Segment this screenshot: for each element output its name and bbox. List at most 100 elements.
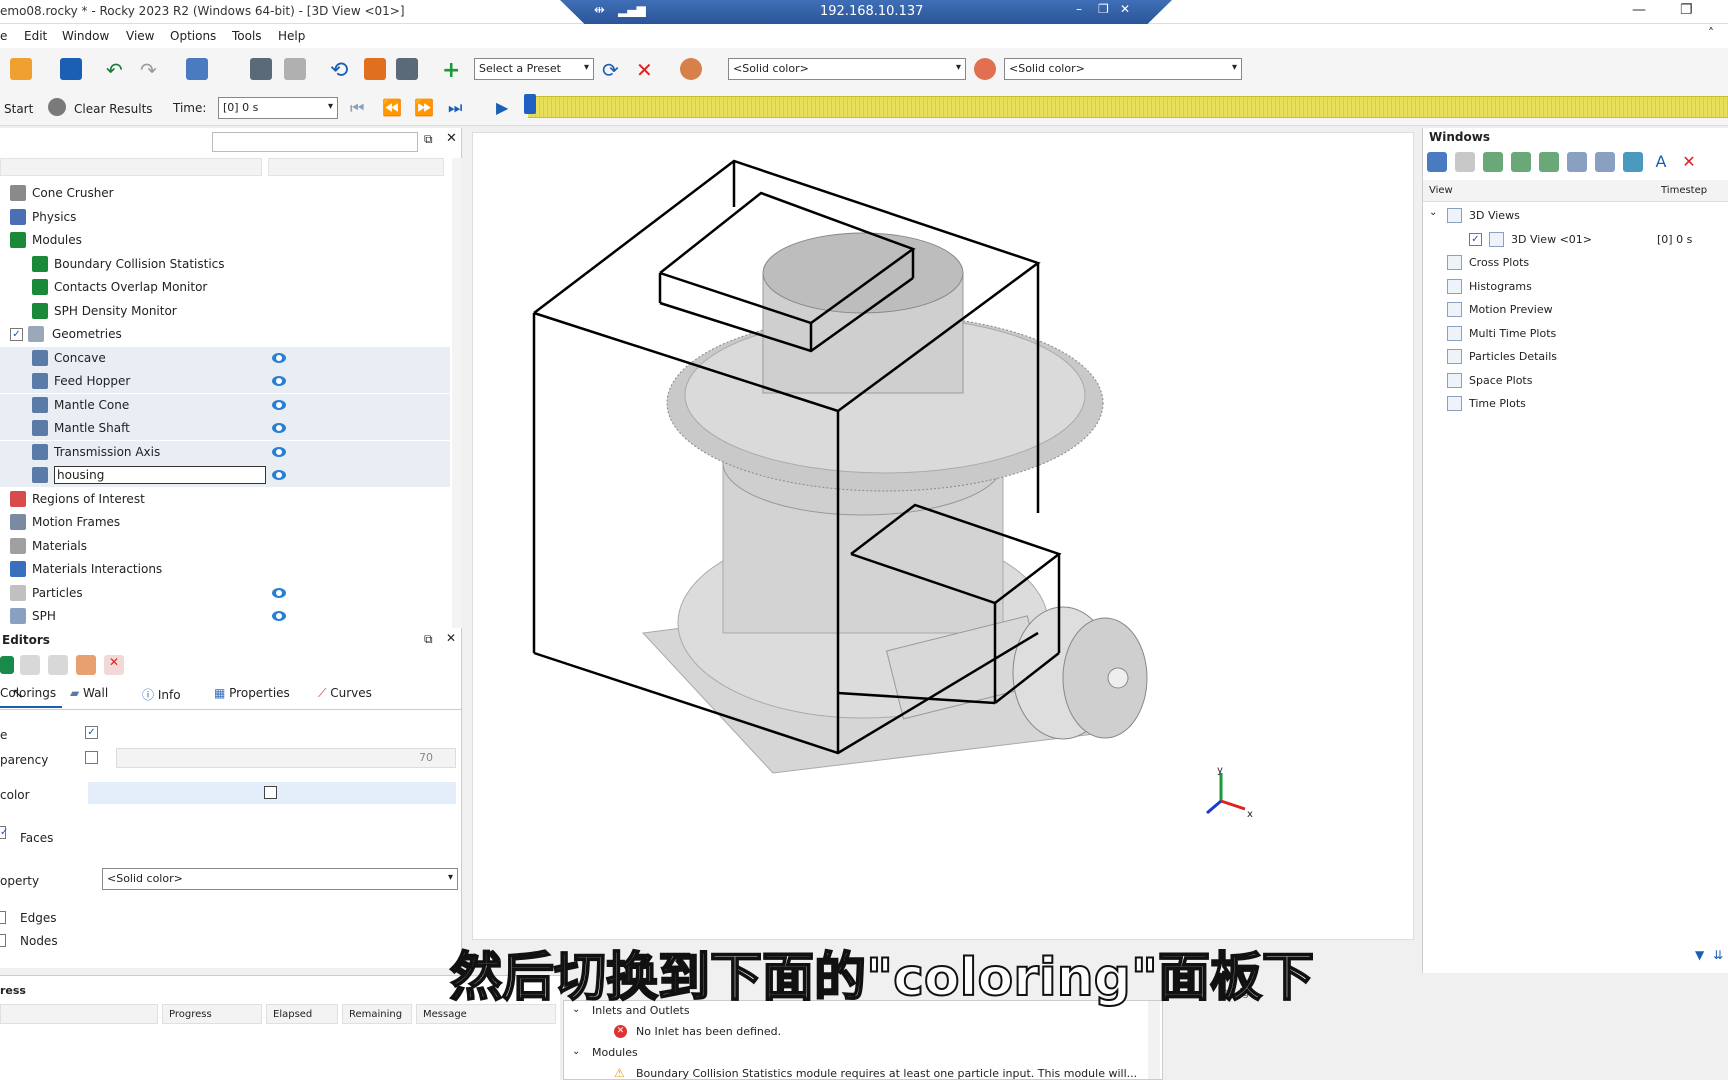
remote-minimize-icon[interactable]: – xyxy=(1076,2,1082,16)
tab-curves[interactable]: ⟋ Curves xyxy=(318,678,398,708)
eye-icon[interactable] xyxy=(272,470,286,480)
clear-results-icon[interactable] xyxy=(48,98,66,116)
float-panel-icon[interactable]: ⧉ xyxy=(424,632,433,647)
eye-icon[interactable] xyxy=(272,399,286,410)
tree-item[interactable]: Concave xyxy=(0,346,450,370)
color-map-icon[interactable] xyxy=(76,655,96,675)
last-frame-icon[interactable]: ⏭ xyxy=(448,98,462,118)
faces-checkbox[interactable]: ✓ xyxy=(0,826,8,839)
window-list-item[interactable]: Space Plots xyxy=(1423,369,1728,392)
eye-icon[interactable] xyxy=(272,446,286,457)
delete-icon[interactable]: ✕ xyxy=(104,655,124,675)
add-icon[interactable]: + xyxy=(442,58,464,83)
menu-window[interactable]: Window xyxy=(62,29,109,43)
fast-forward-icon[interactable]: ⏩ xyxy=(414,98,434,117)
menu-file[interactable]: e xyxy=(0,29,7,43)
save-icon[interactable] xyxy=(60,58,82,80)
tab-wall[interactable]: ▰ Wall xyxy=(70,678,136,708)
progress-col-elapsed[interactable]: Elapsed xyxy=(266,1004,338,1024)
lock-gear-icon[interactable] xyxy=(396,58,418,80)
eye-icon[interactable] xyxy=(272,376,286,386)
menu-edit[interactable]: Edit xyxy=(24,29,47,43)
particle-color-icon[interactable] xyxy=(974,58,996,80)
tree-item[interactable]: Regions of Interest xyxy=(0,488,450,511)
tree-item[interactable]: housing xyxy=(0,464,450,487)
geometries-checkbox[interactable]: ✓ xyxy=(10,328,23,341)
visible-checkbox[interactable]: ✓ xyxy=(85,726,98,739)
tree-item[interactable]: Transmission Axis xyxy=(0,440,450,464)
tree-item[interactable]: Geometries ✓ xyxy=(0,323,450,346)
transform-icon[interactable] xyxy=(186,58,208,80)
color-picker[interactable] xyxy=(88,782,456,804)
editor-tool-icon[interactable] xyxy=(0,656,14,674)
menu-help[interactable]: Help xyxy=(278,29,305,43)
rewind-icon[interactable]: ⏪ xyxy=(382,98,402,117)
pin-icon[interactable]: ⇹ xyxy=(594,3,605,18)
text-annotation-icon[interactable]: A xyxy=(1651,152,1671,172)
new-motion-preview-icon[interactable] xyxy=(1511,152,1531,172)
tree-item[interactable]: Materials Interactions xyxy=(0,558,450,581)
tree-item[interactable]: Mantle Cone xyxy=(0,393,450,417)
restore-icon[interactable]: ❐ xyxy=(1680,2,1693,18)
rotate-icon[interactable]: ⟲ xyxy=(330,58,352,83)
undo-icon[interactable]: ↶ xyxy=(106,58,128,82)
ribbon-collapse-icon[interactable]: ˄ xyxy=(1708,26,1714,40)
close-panel-icon[interactable]: ✕ xyxy=(446,631,456,645)
solid-color-select-1[interactable]: <Solid color> ▾ xyxy=(728,58,966,80)
start-button[interactable]: Start xyxy=(4,102,33,116)
filter-icon[interactable]: ▼ xyxy=(1695,948,1704,962)
progress-col-progress[interactable]: Progress xyxy=(162,1004,262,1024)
refresh-icon[interactable]: ⟳ xyxy=(602,58,624,82)
new-multi-time-plot-icon[interactable] xyxy=(1539,152,1559,172)
transparency-checkbox[interactable] xyxy=(85,751,98,764)
minimize-icon[interactable]: — xyxy=(1632,2,1646,18)
tree-item[interactable]: Materials xyxy=(0,535,450,558)
solid-color-select-2[interactable]: <Solid color> ▾ xyxy=(1004,58,1242,80)
search-icon[interactable] xyxy=(48,655,68,675)
tree-item[interactable]: Feed Hopper xyxy=(0,370,450,393)
view-visible-checkbox[interactable]: ✓ xyxy=(1469,232,1482,246)
gear-disabled-icon[interactable] xyxy=(284,58,306,80)
eye-icon[interactable] xyxy=(272,587,286,598)
tree-item[interactable]: Physics xyxy=(0,206,450,229)
remote-close-icon[interactable]: ✕ xyxy=(1120,2,1130,16)
new-3d-view-icon[interactable] xyxy=(1427,152,1447,172)
float-panel-icon[interactable]: ⧉ xyxy=(424,132,433,147)
column-view[interactable]: View xyxy=(1429,185,1453,196)
chevron-down-icon[interactable]: ⌄ xyxy=(572,1046,580,1057)
message-no-inlet[interactable]: No Inlet has been defined. xyxy=(636,1025,781,1038)
window-list-item[interactable]: Histograms xyxy=(1423,275,1728,298)
progress-col-remaining[interactable]: Remaining xyxy=(342,1004,412,1024)
tree-item[interactable]: Boundary Collision Statistics xyxy=(0,253,450,276)
message-group-modules[interactable]: Modules xyxy=(592,1046,638,1059)
coloring-icon[interactable] xyxy=(680,58,702,80)
open-folder-icon[interactable] xyxy=(10,58,32,80)
property-select[interactable]: <Solid color> ▾ xyxy=(102,868,458,890)
gear-group-icon[interactable] xyxy=(250,58,272,80)
tree-item[interactable]: Contacts Overlap Monitor xyxy=(0,276,450,299)
new-histogram-icon[interactable] xyxy=(1483,152,1503,172)
window-list-item[interactable]: Particles Details xyxy=(1423,345,1728,368)
redo-icon[interactable]: ↷ xyxy=(140,58,162,82)
close-panel-icon[interactable]: ✕ xyxy=(446,131,457,146)
column-timestep[interactable]: Timestep xyxy=(1661,185,1707,196)
tab-properties[interactable]: ▦ Properties xyxy=(214,678,304,708)
close-window-icon[interactable]: ✕ xyxy=(1679,152,1699,172)
menu-tools[interactable]: Tools xyxy=(232,29,262,43)
menu-view[interactable]: View xyxy=(126,29,154,43)
cube-icon[interactable] xyxy=(364,58,386,80)
progress-col-name[interactable] xyxy=(0,1004,158,1024)
clear-results-button[interactable]: Clear Results xyxy=(74,102,153,116)
tree-item[interactable]: SPH Density Monitor xyxy=(0,300,450,323)
delete-icon[interactable]: ✕ xyxy=(636,58,658,82)
tree-item[interactable]: Mantle Shaft xyxy=(0,417,450,440)
window-list-item[interactable]: Motion Preview xyxy=(1423,298,1728,321)
play-icon[interactable]: ▶ xyxy=(496,98,508,117)
messages-scrollbar[interactable] xyxy=(1148,1001,1160,1079)
tree-scrollbar[interactable] xyxy=(452,158,462,628)
collapse-icon[interactable]: ⇊ xyxy=(1713,948,1723,962)
window-list-item[interactable]: Multi Time Plots xyxy=(1423,322,1728,345)
tree-column-header-2[interactable] xyxy=(268,158,444,176)
window-list-item[interactable]: ⌄ 3D Views xyxy=(1423,204,1728,227)
tree-item[interactable]: Particles xyxy=(0,582,450,605)
